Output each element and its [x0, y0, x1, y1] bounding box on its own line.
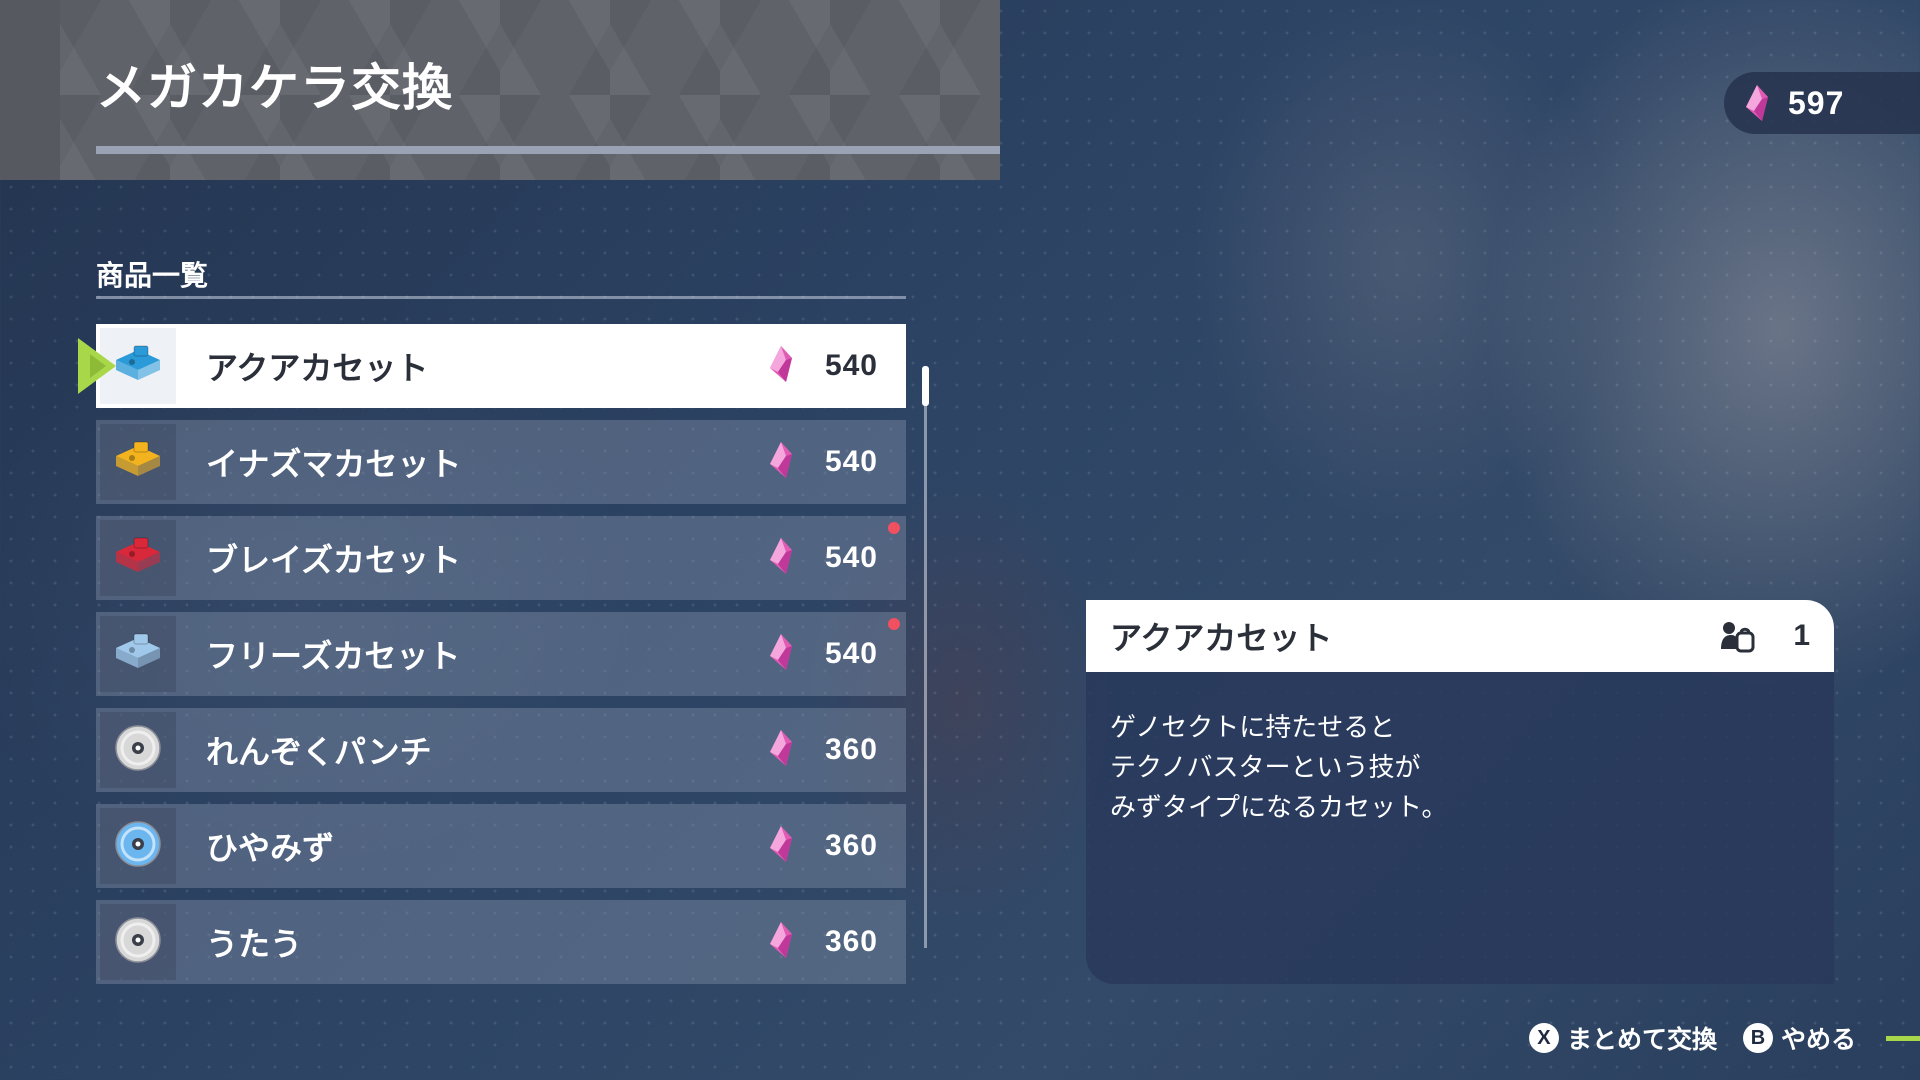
list-item[interactable]: アクアカセット 540	[96, 324, 906, 408]
item-price: 360	[824, 925, 878, 958]
description-line: ゲノセクトに持たせると	[1110, 713, 1396, 743]
mega-shard-gem-icon	[768, 826, 794, 866]
selection-cursor-icon	[78, 338, 116, 394]
x-button-icon[interactable]: X	[1528, 1023, 1559, 1053]
currency-value: 597	[1788, 84, 1845, 121]
mega-shard-gem-icon	[768, 922, 794, 962]
description-line: テクノバスターという技が	[1110, 753, 1421, 783]
item-price: 540	[824, 349, 878, 382]
item-icon-box	[100, 424, 176, 500]
detail-description: ゲノセクトに持たせると テクノバスターという技が みずタイプになるカセット。	[1086, 672, 1834, 864]
mega-shard-gem-icon	[1746, 85, 1768, 121]
item-price: 540	[824, 445, 878, 478]
header-banner: メガカケラ交換	[0, 0, 1000, 180]
list-item[interactable]: ブレイズカセット 540	[96, 516, 906, 600]
list-item[interactable]: イナズマカセット 540	[96, 420, 906, 504]
currency-counter: 597	[1724, 72, 1920, 134]
disc-icon	[114, 916, 162, 968]
disc-icon	[114, 724, 162, 776]
cancel-label[interactable]: やめる	[1781, 1020, 1856, 1056]
item-name: ひやみず	[206, 829, 335, 867]
list-item[interactable]: ひやみず 360	[96, 804, 906, 888]
list-item[interactable]: れんぞくパンチ 360	[96, 708, 906, 792]
detail-header: アクアカセット 1	[1086, 600, 1834, 672]
new-indicator-dot	[888, 522, 900, 534]
item-price: 540	[824, 541, 878, 574]
bulk-exchange-label[interactable]: まとめて交換	[1567, 1020, 1717, 1056]
list-item[interactable]: うたう 360	[96, 900, 906, 984]
item-price: 540	[824, 637, 878, 670]
item-icon-box	[100, 904, 176, 980]
page-title: メガカケラ交換	[96, 59, 453, 117]
item-list: アクアカセット 540 イナズマカセット 540 ブレイズカセット 540 フリーズカセット…	[96, 324, 906, 996]
b-button-icon[interactable]: B	[1742, 1023, 1773, 1053]
list-scrollbar[interactable]	[924, 366, 927, 948]
button-hints: X まとめて交換 B やめる	[1528, 1020, 1856, 1056]
list-heading-divider	[96, 296, 906, 299]
mega-shard-gem-icon	[768, 634, 794, 674]
detail-item-name: アクアカセット	[1110, 619, 1333, 657]
list-heading: 商品一覧	[96, 259, 209, 292]
blaze-cassette-icon	[112, 534, 164, 582]
header-underline	[96, 146, 1000, 154]
item-name: アクアカセット	[206, 349, 429, 387]
detail-owned-count: 1	[1793, 619, 1810, 652]
shock-cassette-icon	[112, 438, 164, 486]
item-icon-box	[100, 616, 176, 692]
item-name: ブレイズカセット	[206, 541, 462, 579]
list-item[interactable]: フリーズカセット 540	[96, 612, 906, 696]
item-price: 360	[824, 829, 878, 862]
mega-shard-gem-icon	[768, 442, 794, 482]
footer-accent-bar	[1886, 1036, 1920, 1041]
item-icon-box	[100, 712, 176, 788]
bag-owned-icon	[1721, 622, 1755, 653]
description-line: みずタイプになるカセット。	[1110, 793, 1448, 823]
mega-shard-gem-icon	[768, 730, 794, 770]
item-name: フリーズカセット	[206, 637, 461, 675]
freeze-cassette-icon	[112, 630, 164, 678]
item-price: 360	[824, 733, 878, 766]
item-icon-box	[100, 808, 176, 884]
item-icon-box	[100, 520, 176, 596]
new-indicator-dot	[888, 618, 900, 630]
item-name: うたう	[206, 925, 303, 963]
mega-shard-gem-icon	[768, 346, 794, 386]
disc-icon	[114, 820, 162, 872]
item-name: イナズマカセット	[206, 445, 462, 483]
list-scroll-thumb[interactable]	[922, 366, 929, 406]
item-detail-panel: アクアカセット 1 ゲノセクトに持たせると テクノバスターという技が みずタイプ…	[1086, 600, 1834, 984]
mega-shard-gem-icon	[768, 538, 794, 578]
item-name: れんぞくパンチ	[206, 733, 432, 771]
